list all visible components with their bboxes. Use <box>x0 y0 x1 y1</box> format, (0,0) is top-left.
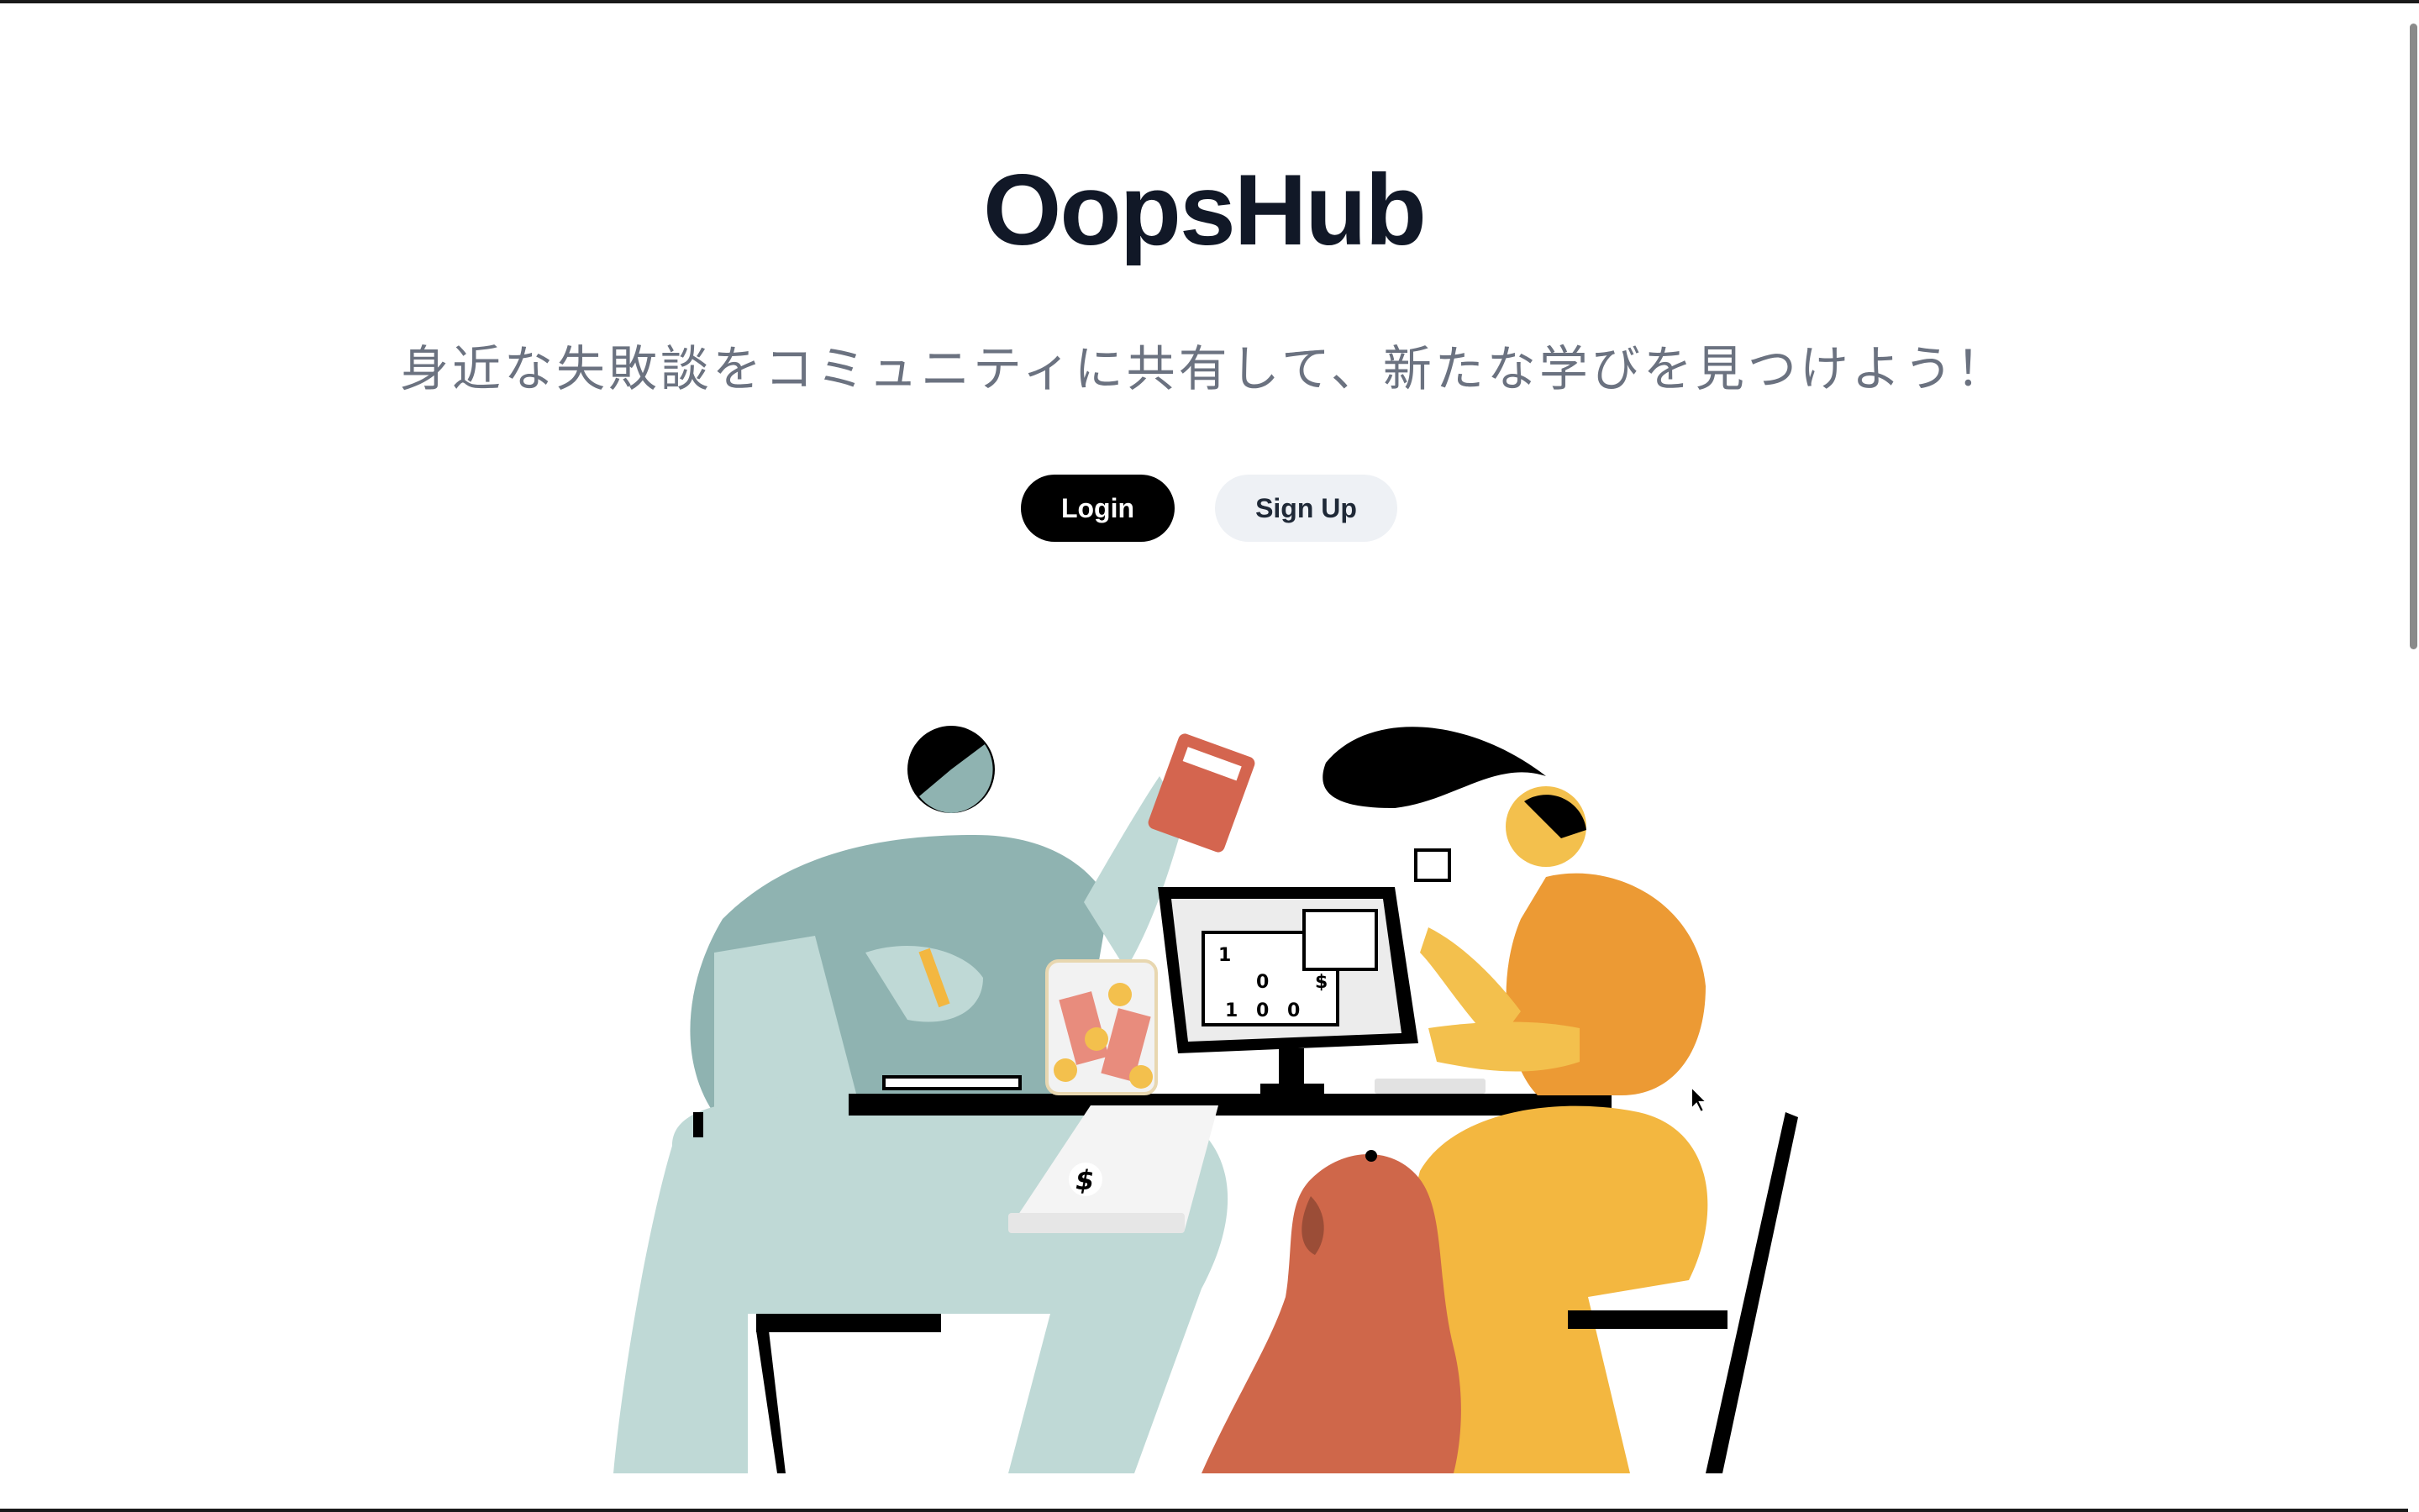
monitor-icon: 1 0 $ 1 0 0 <box>1158 887 1418 1095</box>
monitor-cell: 0 <box>1256 972 1269 993</box>
receipt-dollar: $ <box>1075 1164 1094 1196</box>
monitor-cell: 0 <box>1287 1000 1300 1021</box>
app-title: OopsHub <box>983 154 1427 266</box>
signup-button[interactable]: Sign Up <box>1215 475 1397 542</box>
mouse-cursor-icon <box>1691 1085 1708 1114</box>
monitor-cell: $ <box>1315 972 1328 993</box>
money-jar-icon <box>1045 959 1158 1095</box>
desk <box>849 1094 1612 1116</box>
monitor-cell: 0 <box>1256 1000 1269 1021</box>
page-scrollbar[interactable] <box>2408 7 2419 1512</box>
monitor-cell: 1 <box>1225 1000 1238 1021</box>
monitor-cell: 1 <box>1218 945 1231 966</box>
app-tagline: 身近な失敗談をコミュニティに共有して、新たな学びを見つけよう！ <box>400 340 2008 397</box>
auth-actions: Login Sign Up <box>1021 475 1397 542</box>
hero-illustration: 1 0 $ 1 0 0 $ <box>613 726 1798 1473</box>
page-frame: OopsHub 身近な失敗談をコミュニティに共有して、新たな学びを見つけよう！ … <box>0 0 2419 1512</box>
dog-icon <box>1202 1150 1461 1473</box>
scrollbar-thumb[interactable] <box>2410 24 2417 649</box>
login-button[interactable]: Login <box>1021 475 1175 542</box>
